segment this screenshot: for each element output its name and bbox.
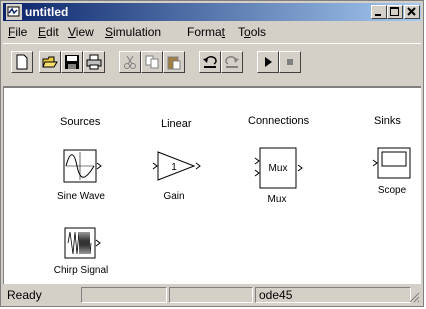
model-canvas[interactable]: Sources Linear Connections Sinks Sine Wa… (3, 87, 421, 284)
save-icon (65, 55, 79, 69)
close-icon (407, 7, 416, 16)
menu-bar: File Edit View Simulation Format Tools (3, 22, 421, 41)
sine-wave-block[interactable] (63, 149, 105, 185)
save-button[interactable] (61, 51, 83, 73)
category-linear: Linear (161, 118, 192, 130)
title-bar[interactable]: untitled (3, 3, 421, 21)
simulink-app-icon (6, 4, 22, 20)
start-icon (265, 57, 272, 67)
menu-view[interactable]: View (68, 25, 94, 39)
menu-simulation[interactable]: Simulation (105, 25, 161, 39)
status-solver: ode45 (255, 287, 411, 303)
undo-button[interactable] (199, 51, 221, 73)
maximize-icon (390, 7, 399, 16)
cut-button[interactable] (119, 51, 141, 73)
menu-tools[interactable]: Tools (238, 25, 266, 39)
scope-label: Scope (377, 185, 407, 196)
menu-format[interactable]: Format (187, 25, 225, 39)
print-button[interactable] (83, 51, 105, 73)
resize-grip-icon[interactable] (408, 291, 420, 303)
mux-label: Mux (267, 194, 287, 205)
chirp-signal-label: Chirp Signal (53, 265, 109, 276)
scope-block[interactable] (372, 146, 412, 180)
status-ready: Ready (7, 288, 42, 302)
cut-icon (124, 55, 136, 69)
open-button[interactable] (39, 51, 61, 73)
print-icon (86, 54, 102, 70)
paste-icon (167, 56, 181, 70)
status-cell-2 (81, 287, 167, 303)
copy-icon (145, 55, 159, 69)
minimize-button[interactable] (371, 5, 387, 19)
gain-block[interactable]: 1 (152, 150, 204, 184)
open-icon (42, 56, 58, 68)
stop-simulation-button[interactable] (279, 51, 301, 73)
chirp-signal-block[interactable] (64, 227, 104, 261)
maximize-button[interactable] (387, 5, 403, 19)
start-simulation-button[interactable] (257, 51, 279, 73)
status-bar: Ready ode45 (3, 286, 421, 304)
minimize-icon (375, 14, 381, 16)
window-title: untitled (25, 5, 69, 19)
menu-edit[interactable]: Edit (38, 25, 59, 39)
copy-button[interactable] (141, 51, 163, 73)
undo-icon (203, 56, 217, 68)
gain-value: 1 (171, 162, 177, 173)
mux-inner-label: Mux (269, 163, 288, 174)
paste-button[interactable] (163, 51, 185, 73)
toolbar (3, 43, 421, 87)
status-cell-3 (169, 287, 253, 303)
gain-label: Gain (163, 191, 185, 202)
category-sources: Sources (60, 116, 101, 128)
category-sinks: Sinks (374, 115, 401, 127)
redo-icon (225, 56, 239, 68)
category-connections: Connections (248, 115, 310, 127)
redo-button[interactable] (221, 51, 243, 73)
menu-file[interactable]: File (8, 25, 27, 39)
stop-icon (287, 59, 293, 65)
new-button[interactable] (11, 51, 33, 73)
simulink-window: untitled File Edit View Simulation Forma… (0, 0, 424, 307)
sine-wave-label: Sine Wave (57, 191, 105, 202)
close-button[interactable] (404, 5, 420, 19)
new-icon (16, 54, 28, 70)
mux-block[interactable]: Mux (254, 146, 312, 190)
